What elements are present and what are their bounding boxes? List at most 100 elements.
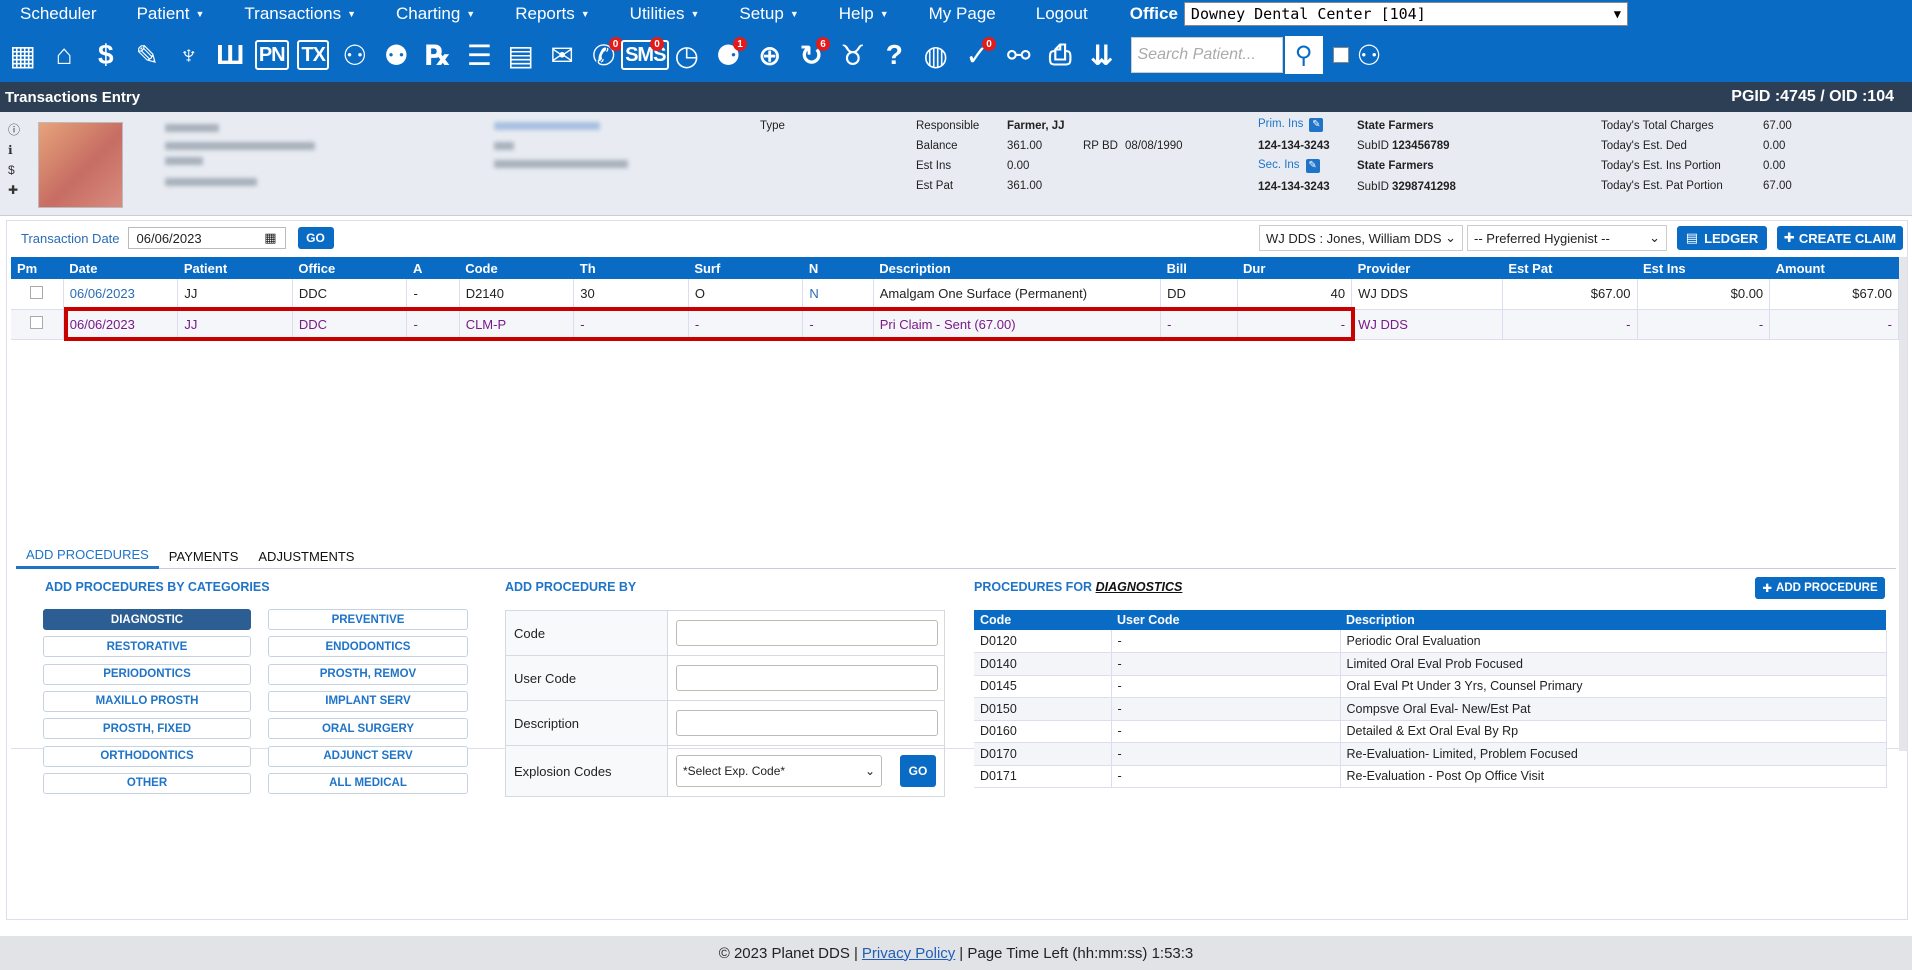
prescription-icon[interactable]: ℞ <box>417 35 459 75</box>
document-icon[interactable]: ▤ <box>500 35 542 75</box>
messages-icon[interactable]: ✆ 0 <box>583 35 625 75</box>
add-patient-icon[interactable]: ⚇ <box>334 35 376 75</box>
privacy-policy-link[interactable]: Privacy Policy <box>862 945 955 962</box>
column-header-description[interactable]: Description <box>873 257 1161 279</box>
mail-icon[interactable]: ✉ <box>542 35 584 75</box>
column-header-date[interactable]: Date <box>63 257 178 279</box>
office-select[interactable]: Downey Dental Center [104] ▼ <box>1183 2 1628 26</box>
category-periodontics[interactable]: PERIODONTICS <box>43 663 251 685</box>
column-header-surf[interactable]: Surf <box>688 257 803 279</box>
tooth-icon[interactable]: ♉ <box>832 35 874 75</box>
menu-reports[interactable]: Reports ▼ <box>495 0 609 28</box>
cell-date[interactable]: 06/06/2023 <box>63 279 179 310</box>
insurance-edit-icon[interactable]: ✎ <box>1309 118 1324 132</box>
calendar-icon[interactable]: ▦ <box>264 230 276 246</box>
column-header-amount[interactable]: Amount <box>1769 257 1899 279</box>
procedure-row[interactable]: D0150- Compsve Oral Eval- New/Est Pat <box>974 697 1887 721</box>
procedure-row[interactable]: D0171- Re-Evaluation - Post Op Office Vis… <box>974 765 1887 788</box>
column-header-office[interactable]: Office <box>292 257 407 279</box>
column-header-patient[interactable]: Patient <box>177 257 293 279</box>
help-tooth-icon[interactable]: ? <box>874 35 916 75</box>
column-header-est-pat[interactable]: Est Pat <box>1502 257 1638 279</box>
menu-charting[interactable]: Charting ▼ <box>376 0 495 28</box>
transaction-date-input[interactable]: 06/06/2023 ▦ <box>127 227 286 249</box>
menu-patient[interactable]: Patient ▼ <box>117 0 225 28</box>
category-maxillo-prosth[interactable]: MAXILLO PROSTH <box>43 690 251 712</box>
patient-search-input[interactable]: Search Patient... <box>1130 37 1283 73</box>
family-icon[interactable]: ⚯ <box>998 35 1040 75</box>
people-search-icon[interactable]: ⚇ <box>1357 39 1382 72</box>
column-header-th[interactable]: Th <box>573 257 689 279</box>
global-icon[interactable]: ⊕ <box>749 35 791 75</box>
clock-icon[interactable]: ◷ <box>666 35 708 75</box>
ledger-button[interactable]: ▤ LEDGER <box>1677 226 1767 250</box>
tab-adjustments[interactable]: ADJUSTMENTS <box>248 543 364 569</box>
progress-notes-icon[interactable]: PN <box>251 35 293 75</box>
dollar-icon[interactable]: $ <box>85 35 127 75</box>
hygienist-select[interactable]: -- Preferred Hygienist -- ⌄ <box>1467 225 1667 251</box>
column-header-dur[interactable]: Dur <box>1237 257 1352 279</box>
tab-payments[interactable]: PAYMENTS <box>159 543 249 569</box>
procedure-row[interactable]: D0160- Detailed & Ext Oral Eval By Rp <box>974 720 1887 743</box>
patient-search-icon[interactable]: ⚲ <box>1284 36 1323 74</box>
user-code-input[interactable] <box>676 665 938 691</box>
add-family-icon[interactable]: ⚉ <box>376 35 418 75</box>
perio-icon[interactable]: Ш <box>210 35 252 75</box>
provider-select[interactable]: WJ DDS : Jones, William DDS ⌄ <box>1259 225 1463 251</box>
category-preventive[interactable]: PREVENTIVE <box>268 609 468 630</box>
menu-setup[interactable]: Setup ▼ <box>719 0 818 28</box>
go-button[interactable]: GO <box>297 227 334 249</box>
column-header-n[interactable]: N <box>802 257 874 279</box>
menu-scheduler[interactable]: Scheduler <box>0 0 117 28</box>
edit-icon[interactable]: ℹ <box>8 140 24 160</box>
download-icon[interactable]: ⇊ <box>1081 35 1123 75</box>
print-icon[interactable]: ⎙ <box>1040 35 1082 75</box>
category-oral-surgery[interactable]: ORAL SURGERY <box>268 718 468 740</box>
tab-add-procedures[interactable]: ADD PROCEDURES <box>16 543 159 569</box>
treatment-icon[interactable]: TX <box>293 35 335 75</box>
table-row[interactable]: 06/06/2023 JJ DDC - D2140 30 O N Amalgam One Sur… <box>11 279 1899 310</box>
column-header-a[interactable]: A <box>406 257 460 279</box>
category-prosth-remov[interactable]: PROSTH, REMOV <box>268 663 468 685</box>
menu-help[interactable]: Help ▼ <box>819 0 909 28</box>
table-row[interactable]: 06/06/2023 JJ DDC - CLM-P - - - Pri Claim - Sent… <box>11 309 1899 340</box>
category-adjunct-serv[interactable]: ADJUNCT SERV <box>268 745 468 767</box>
insurance-edit-icon[interactable]: ✎ <box>1305 159 1320 173</box>
row-checkbox[interactable] <box>30 285 44 299</box>
procedure-row[interactable]: D0170- Re-Evaluation- Limited, Problem Fo… <box>974 742 1887 766</box>
dollar-icon[interactable]: $ <box>8 160 24 180</box>
add-procedure-button[interactable]: ✚ ADD PROCEDURE <box>1755 577 1885 599</box>
category-implant-serv[interactable]: IMPLANT SERV <box>268 690 468 712</box>
prim-ins-link[interactable]: Prim. Ins ✎ <box>1258 118 1324 132</box>
explosion-go-button[interactable]: GO <box>900 755 936 787</box>
column-header-pm[interactable]: Pm <box>11 257 64 279</box>
category-restorative[interactable]: RESTORATIVE <box>43 636 251 658</box>
category-orthodontics[interactable]: ORTHODONTICS <box>43 745 251 767</box>
tooth-chart-icon[interactable]: ♆ <box>168 35 210 75</box>
row-checkbox[interactable] <box>30 316 44 329</box>
category-prosth-fixed[interactable]: PROSTH, FIXED <box>43 718 251 740</box>
explosion-code-select[interactable]: *Select Exp. Code* ⌄ <box>676 755 882 787</box>
search-checkbox[interactable] <box>1332 47 1349 63</box>
menu-logout[interactable]: Logout <box>1016 0 1108 28</box>
code-input[interactable] <box>676 620 938 646</box>
table-scrollbar[interactable] <box>1899 257 1907 751</box>
cell-date[interactable]: 06/06/2023 <box>63 309 179 340</box>
calendar-icon[interactable]: ▦ <box>2 35 44 75</box>
column-header-est-ins[interactable]: Est Ins <box>1637 257 1770 279</box>
edit-icon[interactable]: ✎ <box>127 35 169 75</box>
plus-icon[interactable]: ✚ <box>8 180 24 200</box>
column-header-code[interactable]: Code <box>459 257 574 279</box>
column-header-bill[interactable]: Bill <box>1160 257 1238 279</box>
home-icon[interactable]: ⌂ <box>44 35 86 75</box>
refresh-icon[interactable]: ↻ 6 <box>791 35 833 75</box>
menu-my-page[interactable]: My Page <box>909 0 1016 28</box>
notes-icon[interactable]: ☰ <box>459 35 501 75</box>
procedure-row[interactable]: D0145- Oral Eval Pt Under 3 Yrs, Counsel … <box>974 675 1887 698</box>
menu-transactions[interactable]: Transactions ▼ <box>224 0 376 28</box>
category-all-medical[interactable]: ALL MEDICAL <box>268 772 468 794</box>
claims-icon[interactable]: ✓ 0 <box>957 35 999 75</box>
procedure-row[interactable]: D0140- Limited Oral Eval Prob Focused <box>974 652 1887 676</box>
web-icon[interactable]: ◍ <box>915 35 957 75</box>
menu-utilities[interactable]: Utilities ▼ <box>610 0 720 28</box>
